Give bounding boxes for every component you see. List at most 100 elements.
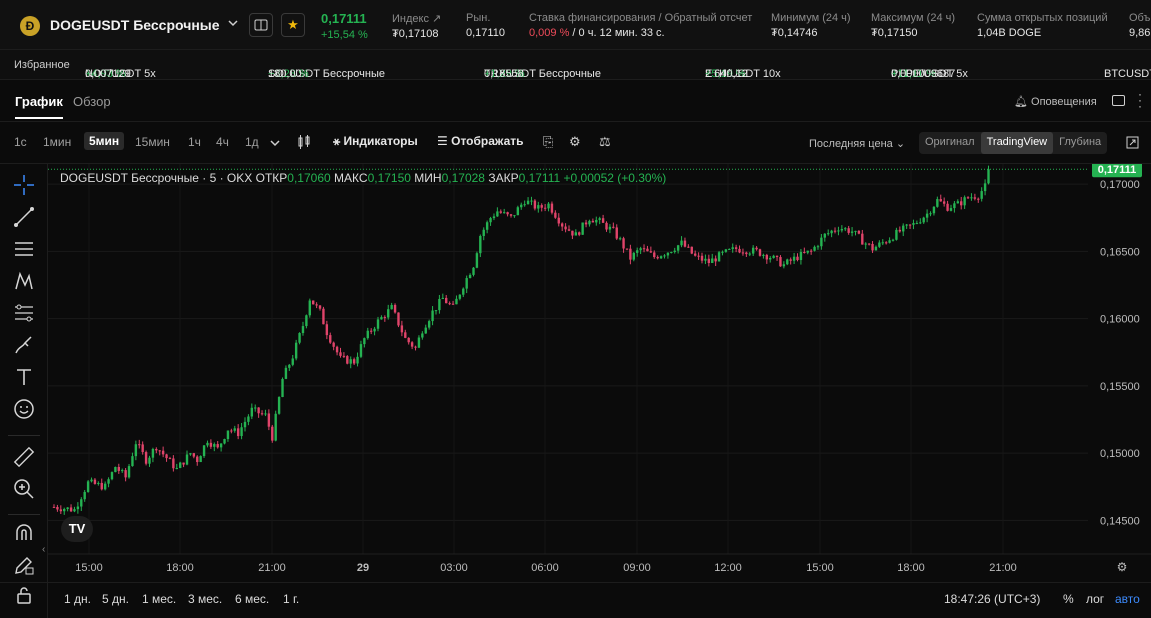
lock-drawing-pencil-icon[interactable]	[12, 554, 36, 578]
range-1d[interactable]: 1 дн.	[64, 592, 91, 606]
candle-body	[919, 222, 922, 224]
horizontal-lines-icon[interactable]	[12, 238, 36, 262]
candle-body	[230, 430, 233, 432]
candlestick-chart[interactable]: 0,17000 0,16500 0,16000 0,15500 0,15000 0,145…	[48, 161, 1151, 582]
auto-toggle[interactable]: авто	[1115, 592, 1140, 606]
scales-icon[interactable]: ⚖	[599, 134, 611, 150]
candle-body	[891, 239, 895, 241]
candle-type-icon[interactable]	[297, 134, 311, 153]
favorites-label: Избранное	[14, 59, 70, 71]
fib-tool-icon[interactable]	[12, 302, 36, 326]
view-original[interactable]: Оригинал	[919, 132, 981, 154]
volume-stat: Объ 9,86	[1129, 12, 1151, 39]
x-tick-label: 15:00	[75, 562, 103, 574]
timeframe-1m[interactable]: 1мин	[43, 135, 71, 149]
candle-body	[803, 251, 806, 253]
timeframe-4h[interactable]: 4ч	[216, 135, 229, 149]
emoji-icon[interactable]	[12, 398, 36, 422]
candle-body	[983, 183, 987, 192]
text-tool-icon[interactable]	[12, 366, 36, 390]
view-depth[interactable]: Глубина	[1053, 132, 1107, 154]
timeframe-1h[interactable]: 1ч	[188, 135, 201, 149]
candle-body	[492, 216, 496, 219]
funding-rate: 0,009 %	[529, 27, 570, 39]
external-link-icon[interactable]: ↗	[432, 13, 441, 25]
candle-body	[90, 479, 93, 482]
candle-body	[584, 222, 588, 225]
price-chart[interactable]: 0,17000 0,16500 0,16000 0,15500 0,15000 0,145…	[48, 161, 1151, 582]
tab-chart[interactable]: График	[15, 94, 63, 119]
percent-toggle[interactable]: %	[1063, 592, 1074, 606]
candle-body	[335, 346, 339, 353]
tab-overview[interactable]: Обзор	[73, 94, 111, 109]
candle-body	[960, 201, 963, 206]
more-vertical-icon[interactable]: · · ·	[1138, 88, 1142, 112]
candle-body	[857, 230, 861, 234]
candle-body	[966, 197, 970, 199]
view-tradingview[interactable]: TradingView	[980, 132, 1054, 154]
candle-body	[898, 229, 902, 232]
candle-body	[598, 218, 601, 220]
range-1y[interactable]: 1 г.	[283, 592, 299, 606]
y-tick-label: 0,14500	[1100, 515, 1140, 527]
range-3m[interactable]: 3 мес.	[188, 592, 222, 606]
candle-body	[264, 413, 267, 415]
chevron-down-icon[interactable]	[270, 136, 280, 151]
clock-timezone[interactable]: 18:47:26 (UTC+3)	[944, 592, 1040, 606]
layout-icon[interactable]	[1112, 95, 1125, 106]
collapse-toolbar-icon[interactable]: ‹	[42, 544, 45, 555]
candle-body	[513, 215, 516, 217]
log-toggle[interactable]: лог	[1086, 592, 1104, 606]
candle-body	[782, 264, 786, 267]
legend-open: 0,17060	[287, 171, 331, 185]
price-source-select[interactable]: Последняя цена ⌄	[809, 137, 905, 150]
range-6m[interactable]: 6 мес.	[235, 592, 269, 606]
pair-title[interactable]: DOGEUSDT Бессрочные	[50, 17, 220, 33]
candle-body	[612, 226, 615, 228]
ruler-icon[interactable]	[12, 446, 36, 470]
tradingview-logo[interactable]: TV	[61, 516, 93, 542]
favorite-star-icon[interactable]: ★	[281, 13, 305, 37]
candle-body	[789, 259, 792, 261]
timeframe-15m[interactable]: 15мин	[135, 135, 170, 149]
market-price-stat: Рын. 0,17110	[466, 12, 505, 39]
candle-body	[56, 507, 59, 510]
fullscreen-icon[interactable]	[1126, 136, 1139, 152]
candle-body	[697, 255, 700, 257]
candle-body	[970, 197, 973, 199]
range-5d[interactable]: 5 дн.	[102, 592, 129, 606]
brush-icon[interactable]	[12, 334, 36, 358]
template-icon[interactable]: ⎘	[543, 134, 553, 150]
candle-body	[724, 249, 728, 252]
crosshair-icon[interactable]	[12, 174, 36, 198]
x-tick-label: 18:00	[897, 562, 925, 574]
candle-body	[690, 246, 693, 254]
zoom-in-icon[interactable]	[12, 478, 36, 502]
gear-icon[interactable]: ⚙	[569, 134, 581, 150]
timeframe-1d[interactable]: 1д	[245, 135, 259, 149]
candle-body	[110, 472, 114, 480]
timeframe-1s[interactable]: 1с	[14, 135, 27, 149]
trend-line-icon[interactable]	[12, 206, 36, 230]
index-price-stat: Индекс ↗ ₮0,17108	[392, 13, 442, 40]
candle-body	[755, 247, 758, 250]
candle-body	[257, 407, 260, 414]
magnet-icon[interactable]	[12, 522, 36, 546]
range-1m[interactable]: 1 мес.	[142, 592, 176, 606]
alerts-button[interactable]: 🔔︎ Оповещения	[1014, 95, 1097, 108]
candle-body	[410, 342, 414, 347]
axis-settings-icon[interactable]: ⚙	[1117, 560, 1128, 574]
timeframe-5m[interactable]: 5мин	[84, 132, 125, 150]
book-icon[interactable]	[249, 13, 273, 37]
candle-body	[387, 309, 390, 318]
candle-body	[404, 332, 407, 338]
pattern-icon[interactable]	[12, 270, 36, 294]
candle-body	[806, 250, 809, 253]
candle-body	[646, 248, 649, 252]
indicators-button[interactable]: ⚹ Индикаторы	[333, 134, 418, 149]
candle-body	[93, 479, 97, 484]
chevron-down-icon[interactable]	[227, 17, 239, 32]
candle-body	[288, 364, 291, 368]
display-button[interactable]: ☰ Отображать	[437, 134, 524, 148]
candle-body	[813, 246, 816, 251]
